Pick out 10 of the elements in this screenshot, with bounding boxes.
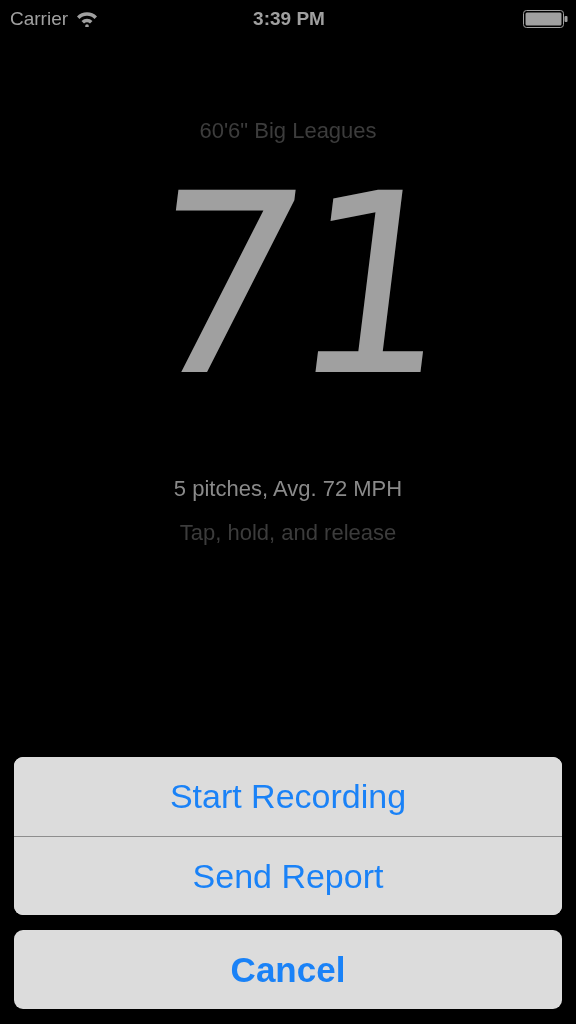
- speed-reading: 71: [131, 172, 459, 400]
- status-time: 3:39 PM: [253, 8, 325, 30]
- pitch-stats: 5 pitches, Avg. 72 MPH: [173, 476, 403, 501]
- cancel-button[interactable]: Cancel: [14, 930, 562, 1009]
- battery-icon: [523, 10, 568, 28]
- distance-label: 60'6" Big Leagues: [199, 118, 377, 143]
- carrier-name: Carrier: [10, 8, 69, 30]
- action-button[interactable]: Send Report: [14, 836, 562, 915]
- hint-text: Tap, hold, and release: [179, 520, 397, 545]
- wifi-icon: [76, 11, 99, 27]
